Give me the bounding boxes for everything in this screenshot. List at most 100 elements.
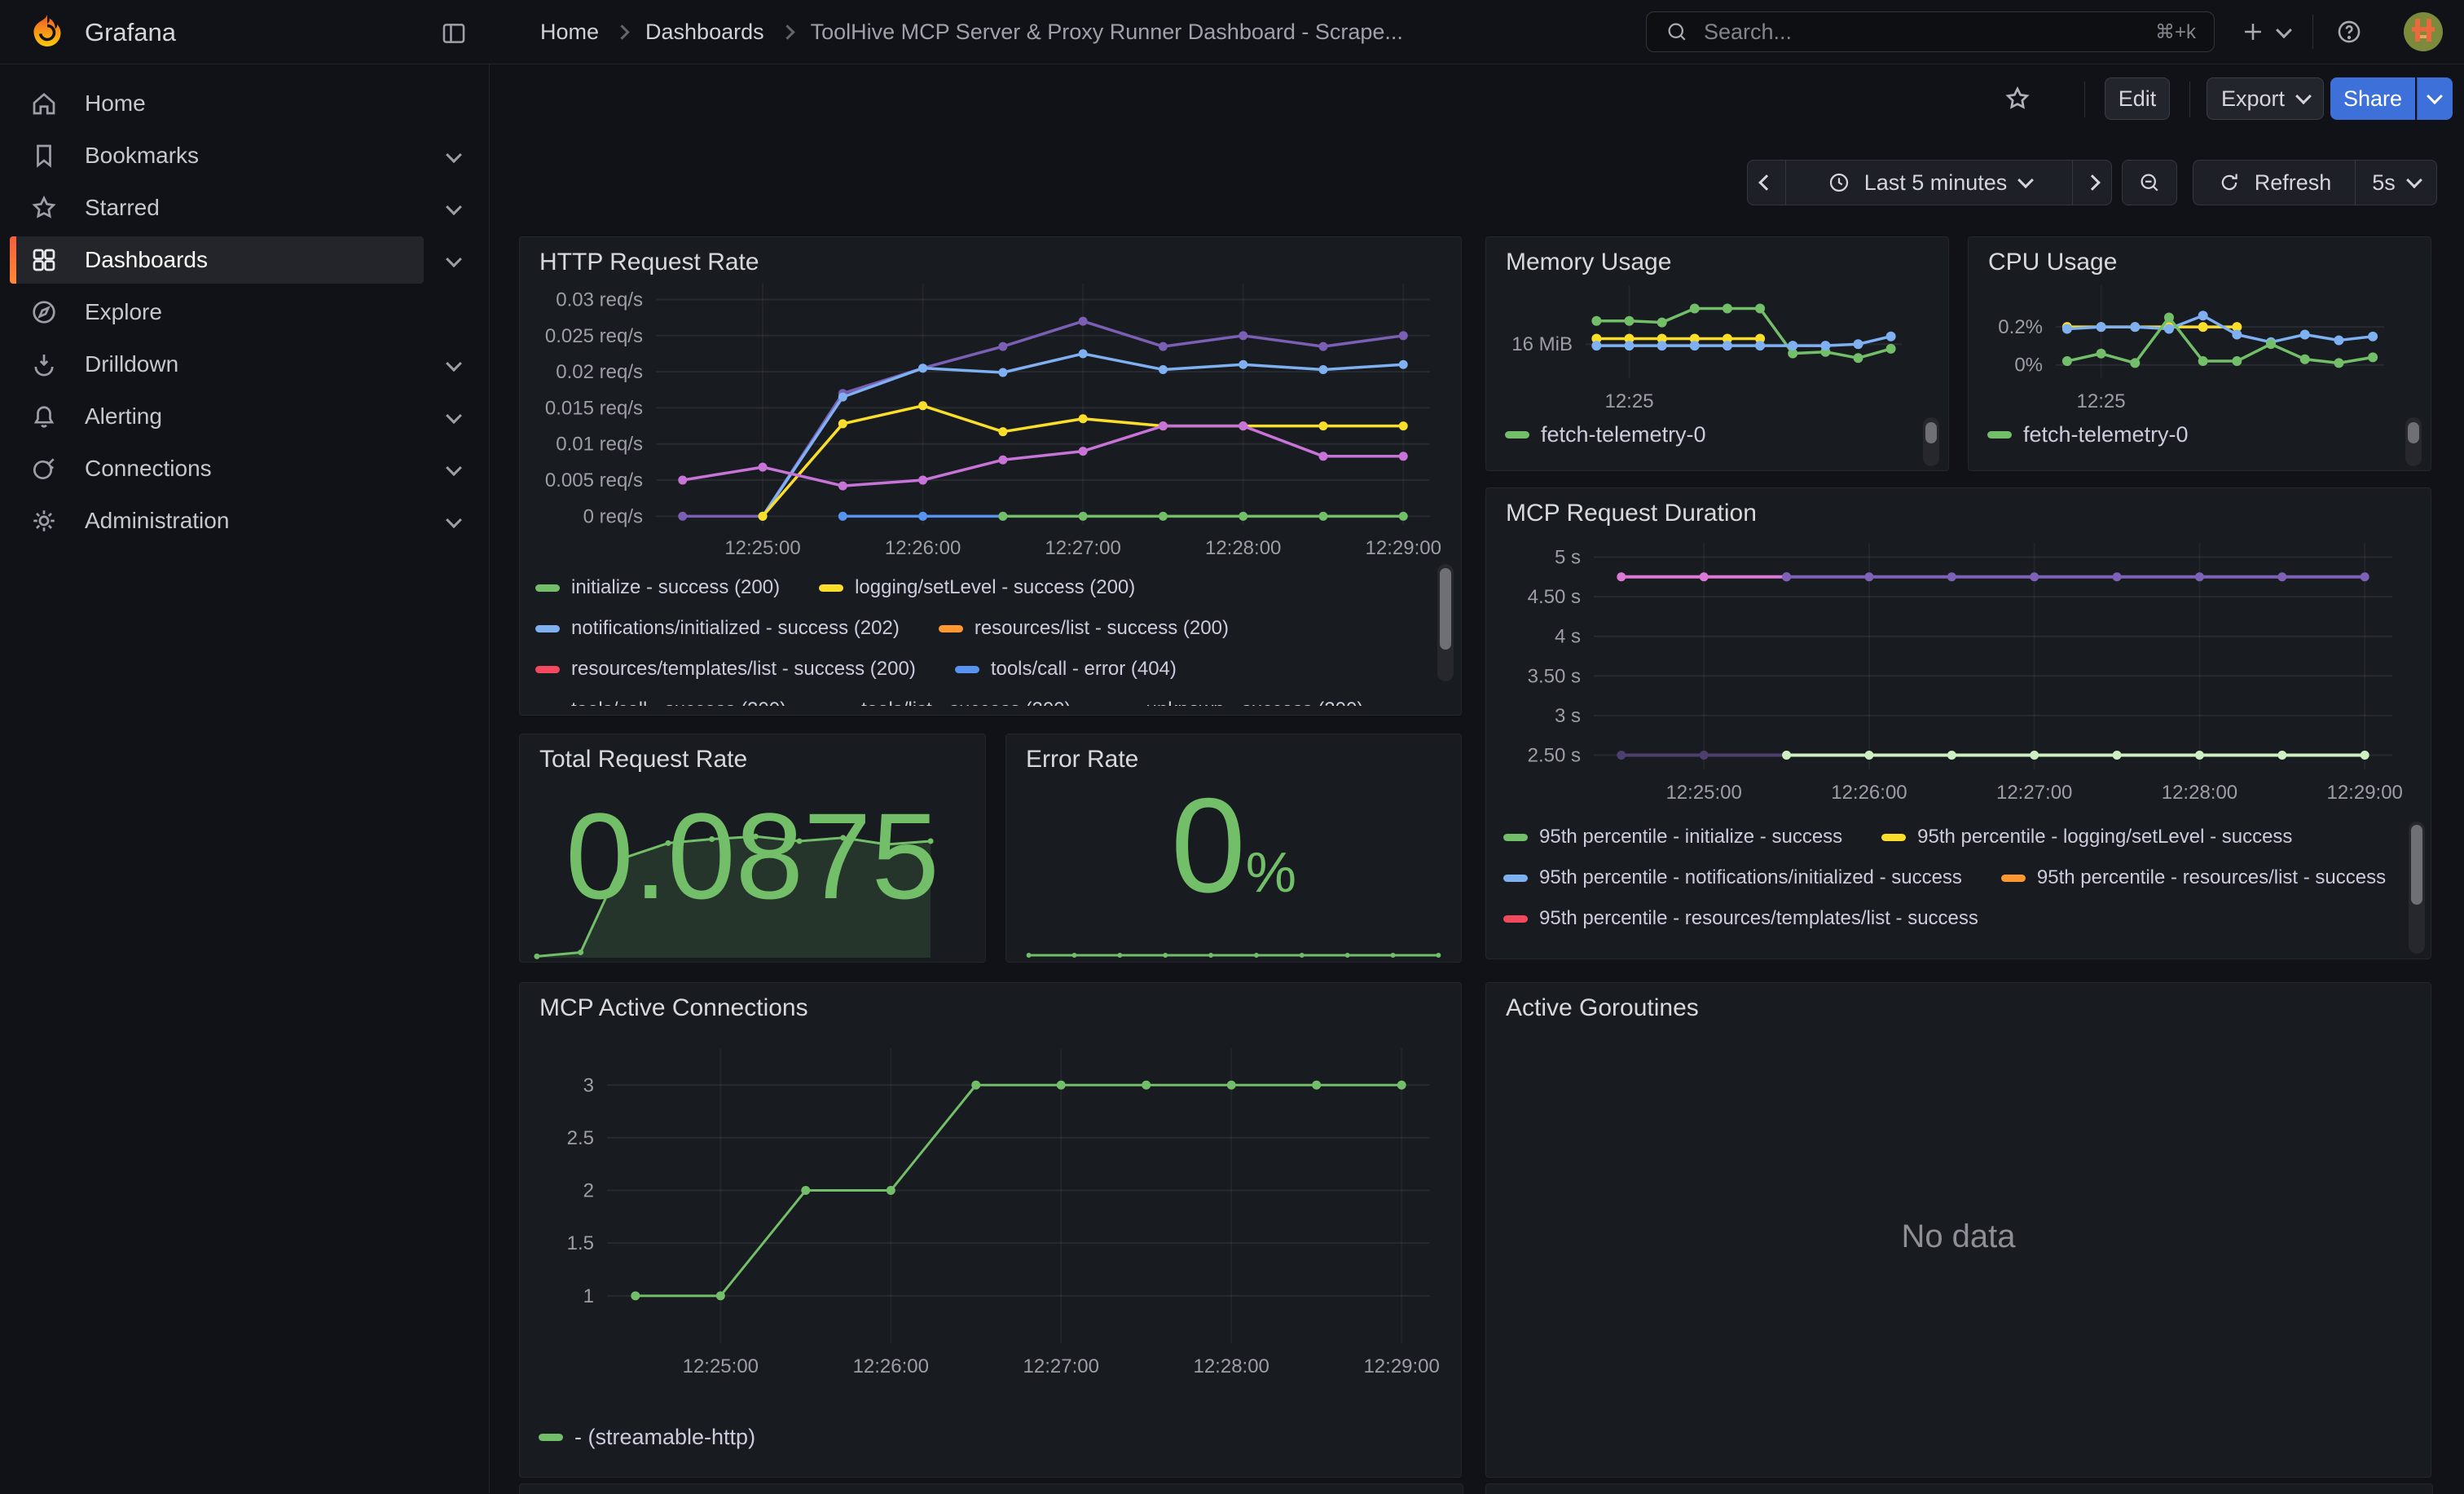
- legend-item[interactable]: 95th percentile - resources/templates/li…: [1503, 906, 1978, 931]
- search-shortcut: ⌘+k: [2155, 20, 2196, 44]
- grafana-logo-icon[interactable]: [28, 12, 67, 51]
- legend-item[interactable]: tools/list - success (200): [825, 698, 1071, 706]
- time-back-button[interactable]: [1747, 160, 1786, 205]
- svg-text:12:28:00: 12:28:00: [1205, 537, 1281, 559]
- svg-text:0.02 req/s: 0.02 req/s: [556, 361, 643, 383]
- chevron-down-icon[interactable]: [448, 247, 460, 273]
- legend-item[interactable]: 95th percentile - resources/list - succe…: [2001, 866, 2386, 890]
- svg-text:0.015 req/s: 0.015 req/s: [545, 397, 643, 419]
- time-forward-button[interactable]: [2073, 160, 2112, 205]
- legend-item[interactable]: tools/call - success (200): [535, 698, 786, 706]
- panel-title[interactable]: MCP Active Connections: [539, 994, 808, 1022]
- zoom-out-button[interactable]: [2122, 160, 2177, 205]
- edit-button[interactable]: Edit: [2105, 77, 2170, 120]
- breadcrumb-item[interactable]: Dashboards: [645, 20, 764, 45]
- gear-icon: [29, 506, 59, 535]
- home-icon: [29, 89, 59, 118]
- sidebar-item-label: Dashboards: [85, 247, 208, 273]
- export-button[interactable]: Export: [2207, 77, 2324, 120]
- svg-text:3: 3: [583, 1074, 594, 1096]
- panel-title[interactable]: Error Rate: [1026, 746, 1138, 773]
- chevron-down-icon[interactable]: [448, 403, 460, 430]
- breadcrumb-separator-icon: [614, 24, 629, 39]
- refresh-icon: [2217, 170, 2242, 195]
- cpu-usage-chart[interactable]: 12:250.2%0%: [1974, 269, 2425, 416]
- legend-item[interactable]: unknown - success (200): [1111, 698, 1364, 706]
- mcp-request-duration-chart[interactable]: 12:25:0012:26:0012:27:0012:28:0012:29:00…: [1492, 530, 2425, 815]
- sidebar-item-dashboards[interactable]: Dashboards: [0, 234, 489, 286]
- sidebar-item-home[interactable]: Home: [0, 77, 489, 130]
- bookmark-icon: [29, 141, 59, 170]
- panel-title[interactable]: Total Request Rate: [539, 746, 747, 773]
- panel-title[interactable]: MCP Request Duration: [1506, 500, 1757, 527]
- legend-item[interactable]: tools/call - error (404): [955, 657, 1177, 681]
- favorite-star-icon[interactable]: [2003, 84, 2032, 113]
- svg-text:12:25:00: 12:25:00: [1665, 782, 1741, 804]
- mcp-active-connections-chart[interactable]: 12:25:0012:26:0012:27:0012:28:0012:29:00…: [526, 1029, 1454, 1404]
- sidebar-item-alerting[interactable]: Alerting: [0, 390, 489, 443]
- svg-text:2.50 s: 2.50 s: [1528, 745, 1581, 767]
- legend-scrollbar[interactable]: [2405, 417, 2422, 466]
- add-chevron-icon[interactable]: [2276, 22, 2292, 38]
- legend-item[interactable]: 95th percentile - notifications/initiali…: [1503, 866, 1962, 890]
- legend-item[interactable]: notifications/initialized - success (202…: [535, 616, 900, 641]
- legend-item[interactable]: initialize - success (200): [535, 575, 780, 600]
- svg-text:0.005 req/s: 0.005 req/s: [545, 469, 643, 491]
- legend-item[interactable]: 95th percentile - initialize - success: [1503, 825, 1842, 849]
- legend-item[interactable]: 95th percentile - logging/setLevel - suc…: [1881, 825, 2292, 849]
- sidebar-item-starred[interactable]: Starred: [0, 182, 489, 234]
- sidebar-item-bookmarks[interactable]: Bookmarks: [0, 130, 489, 182]
- legend-item[interactable]: resources/list - success (200): [939, 616, 1229, 641]
- add-icon[interactable]: [2239, 18, 2267, 46]
- chevron-down-icon[interactable]: [448, 195, 460, 221]
- svg-text:12:26:00: 12:26:00: [853, 1355, 929, 1377]
- panel-title[interactable]: Active Goroutines: [1506, 994, 1699, 1022]
- legend-scrollbar[interactable]: [1923, 417, 1939, 466]
- share-dropdown-button[interactable]: [2417, 77, 2453, 120]
- help-icon[interactable]: [2335, 18, 2363, 46]
- legend-scrollbar[interactable]: [2409, 822, 2425, 954]
- sidebar-collapse-icon[interactable]: [440, 20, 468, 47]
- sidebar-nav: Home BookmarksStarred Dashboards Explore Dri…: [0, 64, 490, 1493]
- breadcrumb-item[interactable]: ToolHive MCP Server & Proxy Runner Dashb…: [811, 20, 1403, 45]
- legend-item[interactable]: fetch-telemetry-0: [1987, 422, 2189, 447]
- chevron-down-icon[interactable]: [448, 351, 460, 377]
- toolbar-divider: [2189, 82, 2190, 117]
- chevron-down-icon[interactable]: [448, 456, 460, 482]
- clock-icon: [1827, 170, 1851, 195]
- http-legend: initialize - success (200) logging/setLev…: [535, 575, 1435, 706]
- svg-text:12:25: 12:25: [1604, 390, 1653, 412]
- legend-item[interactable]: fetch-telemetry-0: [1505, 422, 1706, 447]
- sidebar-item-explore[interactable]: Explore: [0, 286, 489, 338]
- share-button[interactable]: Share: [2330, 77, 2415, 120]
- sidebar-item-drilldown[interactable]: Drilldown: [0, 338, 489, 390]
- svg-text:0.025 req/s: 0.025 req/s: [545, 325, 643, 347]
- http-request-rate-chart[interactable]: 12:25:0012:26:0012:27:0012:28:0012:29:00…: [526, 269, 1454, 572]
- sidebar-item-label: Home: [85, 90, 146, 117]
- legend-item[interactable]: resources/templates/list - success (200): [535, 657, 916, 681]
- sidebar-item-label: Explore: [85, 299, 162, 325]
- next-row-panel-stub: [519, 1483, 1463, 1494]
- refresh-button[interactable]: Refresh: [2193, 160, 2356, 205]
- user-avatar[interactable]: [2404, 12, 2443, 51]
- time-range-button[interactable]: Last 5 minutes: [1786, 160, 2073, 205]
- memory-usage-chart[interactable]: 12:2516 MiB: [1492, 269, 1943, 416]
- refresh-interval-button[interactable]: 5s: [2356, 160, 2437, 205]
- legend-scrollbar[interactable]: [1437, 564, 1454, 681]
- svg-text:12:25:00: 12:25:00: [683, 1355, 759, 1377]
- sidebar-item-connections[interactable]: Connections: [0, 443, 489, 495]
- svg-text:3.50 s: 3.50 s: [1528, 665, 1581, 687]
- svg-text:1.5: 1.5: [567, 1232, 594, 1254]
- chevron-down-icon[interactable]: [448, 143, 460, 169]
- legend-item[interactable]: logging/setLevel - success (200): [819, 575, 1135, 600]
- svg-text:0.2%: 0.2%: [1998, 316, 2043, 338]
- chevron-down-icon: [2427, 88, 2443, 104]
- legend-item[interactable]: - (streamable-http): [539, 1425, 755, 1449]
- error-rate-sparkline[interactable]: [1007, 936, 1460, 960]
- search-input[interactable]: [1702, 19, 2144, 46]
- chevron-down-icon: [2295, 88, 2312, 104]
- chevron-down-icon[interactable]: [448, 508, 460, 534]
- sidebar-item-administration[interactable]: Administration: [0, 495, 489, 547]
- search-input-box[interactable]: ⌘+k: [1646, 11, 2215, 52]
- breadcrumb-item[interactable]: Home: [540, 20, 599, 45]
